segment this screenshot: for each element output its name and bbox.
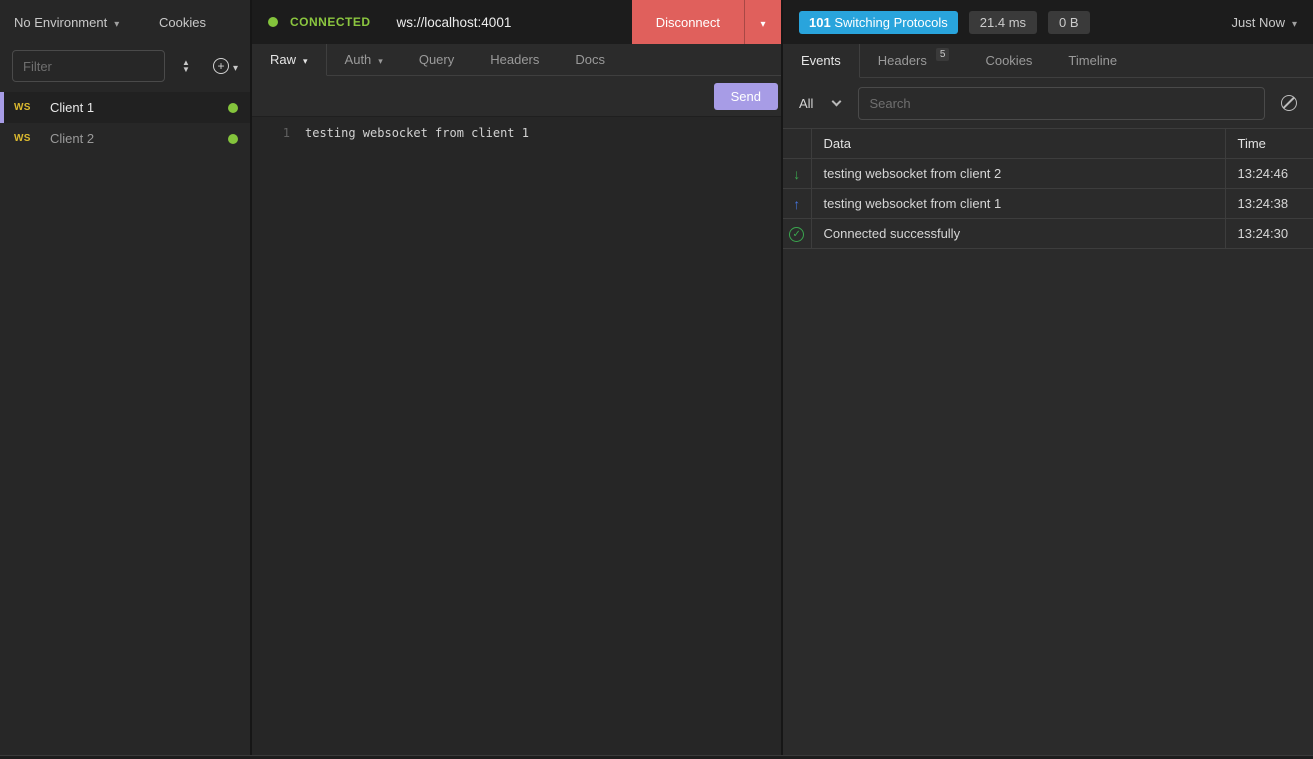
request-panel: CONNECTED ws://localhost:4001 Disconnect…	[252, 0, 783, 755]
send-button[interactable]: Send	[714, 83, 778, 110]
tab-query[interactable]: Query	[401, 44, 472, 76]
status-text: Switching Protocols	[834, 15, 947, 30]
recency-label: Just Now	[1232, 15, 1285, 30]
duration-badge: 21.4 ms	[969, 11, 1037, 34]
event-row[interactable]: testing websocket from client 2 13:24:46	[783, 159, 1313, 189]
event-type-select[interactable]: All	[799, 96, 844, 111]
environment-label: No Environment	[14, 15, 107, 30]
chevron-down-icon	[1292, 15, 1297, 30]
sort-icon[interactable]: ▲▼	[175, 59, 197, 73]
event-row[interactable]: testing websocket from client 1 13:24:38	[783, 189, 1313, 219]
plus-circle-icon: +	[213, 58, 229, 74]
sidebar: No Environment Cookies ▲▼ + WS Client 1 …	[0, 0, 252, 755]
event-data: testing websocket from client 1	[811, 189, 1225, 219]
tab-label: Docs	[575, 52, 605, 67]
disconnect-button[interactable]: Disconnect	[632, 0, 781, 44]
ws-method-badge: WS	[14, 133, 36, 144]
size-badge: 0 B	[1048, 11, 1090, 34]
sidebar-item-client-2[interactable]: WS Client 2	[0, 123, 250, 154]
status-code-badge: 101 Switching Protocols	[799, 11, 958, 34]
add-request-button[interactable]: +	[213, 58, 238, 74]
outgoing-message-icon	[793, 197, 800, 212]
tab-timeline[interactable]: Timeline	[1050, 44, 1135, 78]
headers-count-badge: 5	[936, 48, 950, 61]
message-toolbar: Send	[252, 76, 781, 117]
event-time: 13:24:38	[1225, 189, 1313, 219]
connected-status-dot	[228, 103, 238, 113]
chevron-down-icon	[303, 52, 308, 67]
data-column-header: Data	[811, 129, 1225, 159]
connection-bar: CONNECTED ws://localhost:4001 Disconnect	[252, 0, 781, 44]
disconnect-label: Disconnect	[632, 0, 744, 44]
chevron-down-icon	[832, 96, 842, 106]
connected-status-dot	[228, 134, 238, 144]
tabrow-filler	[1135, 44, 1313, 78]
app-window: No Environment Cookies ▲▼ + WS Client 1 …	[0, 0, 1313, 755]
disconnect-options-caret[interactable]	[744, 0, 781, 44]
tab-label: Raw	[270, 52, 296, 67]
request-name: Client 2	[50, 131, 94, 146]
sidebar-item-client-1[interactable]: WS Client 1	[0, 92, 250, 123]
event-row[interactable]: ✓ Connected successfully 13:24:30	[783, 219, 1313, 249]
response-history-dropdown[interactable]: Just Now	[1232, 15, 1298, 30]
connection-status-label: CONNECTED	[290, 15, 371, 29]
tab-events[interactable]: Events	[783, 44, 860, 78]
event-data: Connected successfully	[811, 219, 1225, 249]
chevron-down-icon	[233, 59, 238, 74]
icon-column-header	[783, 129, 811, 159]
tab-label: Auth	[345, 52, 372, 67]
tab-response-cookies[interactable]: Cookies	[967, 44, 1050, 78]
status-code: 101	[809, 15, 831, 30]
connected-check-icon: ✓	[789, 227, 804, 242]
tab-label: Timeline	[1068, 53, 1117, 68]
event-time: 13:24:30	[1225, 219, 1313, 249]
window-bottom-edge	[0, 755, 1313, 759]
line-number: 1	[252, 124, 290, 142]
cookies-button[interactable]: Cookies	[159, 15, 206, 30]
ws-method-badge: WS	[14, 102, 36, 113]
request-tabs: Raw Auth Query Headers Docs	[252, 44, 781, 76]
tab-label: Cookies	[985, 53, 1032, 68]
incoming-message-icon	[793, 167, 800, 182]
clear-events-icon[interactable]	[1281, 95, 1297, 111]
connected-status-dot	[268, 17, 278, 27]
response-status-bar: 101 Switching Protocols 21.4 ms 0 B Just…	[783, 0, 1313, 44]
tab-auth[interactable]: Auth	[327, 44, 401, 76]
request-name: Client 1	[50, 100, 94, 115]
response-panel: 101 Switching Protocols 21.4 ms 0 B Just…	[783, 0, 1313, 755]
event-data: testing websocket from client 2	[811, 159, 1225, 189]
event-filter-row: All	[783, 78, 1313, 128]
events-header-row: Data Time	[783, 129, 1313, 159]
websocket-url[interactable]: ws://localhost:4001	[397, 15, 512, 30]
tabrow-filler	[623, 44, 781, 76]
tab-label: Events	[801, 53, 841, 68]
environment-selector[interactable]: No Environment	[14, 15, 119, 30]
chevron-down-icon	[378, 52, 383, 67]
request-list: WS Client 1 WS Client 2	[0, 92, 250, 154]
chevron-down-icon	[760, 15, 765, 30]
filter-input[interactable]	[12, 50, 165, 82]
event-time: 13:24:46	[1225, 159, 1313, 189]
tab-headers[interactable]: Headers	[472, 44, 557, 76]
chevron-down-icon	[114, 15, 119, 30]
event-search-input[interactable]	[858, 87, 1265, 120]
tab-docs[interactable]: Docs	[557, 44, 623, 76]
event-type-value: All	[799, 96, 813, 111]
message-editor[interactable]: 1 testing websocket from client 1	[252, 117, 781, 755]
message-body-text: testing websocket from client 1	[305, 124, 529, 142]
sidebar-filter-row: ▲▼ +	[0, 44, 250, 88]
tab-raw[interactable]: Raw	[252, 44, 327, 76]
response-tabs: Events Headers 5 Cookies Timeline	[783, 44, 1313, 78]
tab-label: Headers	[878, 53, 927, 68]
time-column-header: Time	[1225, 129, 1313, 159]
tab-label: Query	[419, 52, 454, 67]
tab-response-headers[interactable]: Headers 5	[860, 44, 968, 78]
tab-label: Headers	[490, 52, 539, 67]
editor-line: 1 testing websocket from client 1	[252, 124, 781, 142]
events-table: Data Time testing websocket from client …	[783, 128, 1313, 249]
environment-bar: No Environment Cookies	[0, 0, 250, 44]
